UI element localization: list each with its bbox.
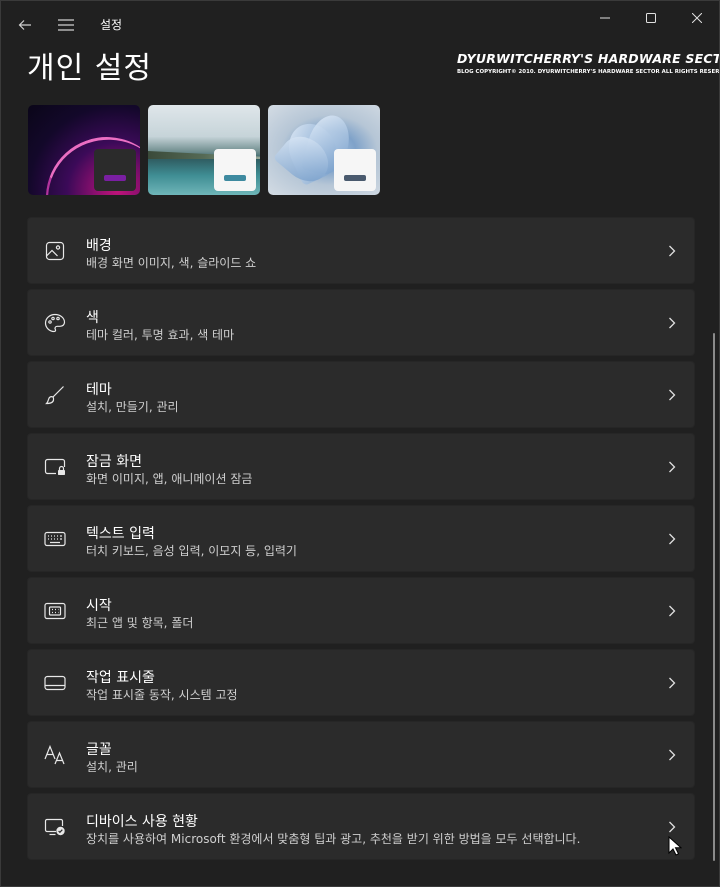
card-description: 설치, 관리 bbox=[86, 760, 138, 774]
watermark-copyright: BLOG COPYRIGHT© 2010. DYURWITCHERRY'S HA… bbox=[457, 69, 720, 75]
close-icon[interactable] bbox=[674, 5, 719, 31]
setting-text-input[interactable]: 텍스트 입력 터치 키보드, 음성 입력, 이모지 등, 입력기 bbox=[27, 505, 695, 572]
theme-thumbnails bbox=[28, 105, 380, 195]
chevron-right-icon bbox=[664, 387, 680, 403]
card-description: 장치를 사용하여 Microsoft 환경에서 맞춤형 팁과 광고, 추천을 받… bbox=[86, 832, 581, 846]
back-arrow-icon[interactable] bbox=[13, 13, 37, 37]
palette-icon bbox=[44, 312, 66, 334]
setting-start[interactable]: 시작 최근 앱 및 항목, 폴더 bbox=[27, 577, 695, 644]
theme-thumbnail-dark[interactable] bbox=[28, 105, 140, 195]
page-title: 개인 설정 bbox=[27, 51, 152, 86]
mouse-cursor-icon bbox=[668, 835, 683, 856]
card-description: 배경 화면 이미지, 색, 슬라이드 쇼 bbox=[86, 256, 257, 270]
start-menu-icon bbox=[44, 600, 66, 622]
settings-window: 설정 개인 설정 DYURWITCHERRY'S HARDWARE SECTOR… bbox=[0, 0, 720, 887]
card-title: 잠금 화면 bbox=[86, 454, 142, 470]
window-title: 설정 bbox=[100, 18, 123, 32]
watermark-title: DYURWITCHERRY'S HARDWARE SECTOR bbox=[457, 51, 720, 66]
maximize-icon[interactable] bbox=[628, 5, 674, 31]
theme-preview-window bbox=[214, 149, 256, 191]
card-description: 화면 이미지, 앱, 애니메이션 잠금 bbox=[86, 472, 253, 486]
chevron-right-icon bbox=[664, 747, 680, 763]
lock-screen-icon bbox=[44, 456, 66, 478]
card-title: 텍스트 입력 bbox=[86, 526, 155, 542]
card-title: 테마 bbox=[86, 382, 112, 398]
card-description: 설치, 만들기, 관리 bbox=[86, 400, 179, 414]
chevron-right-icon bbox=[664, 603, 680, 619]
card-description: 최근 앱 및 항목, 폴더 bbox=[86, 616, 194, 630]
minimize-icon[interactable] bbox=[582, 5, 628, 31]
card-title: 작업 표시줄 bbox=[86, 670, 155, 686]
setting-device-usage[interactable]: 디바이스 사용 현황 장치를 사용하여 Microsoft 환경에서 맞춤형 팁… bbox=[27, 793, 695, 860]
setting-lock-screen[interactable]: 잠금 화면 화면 이미지, 앱, 애니메이션 잠금 bbox=[27, 433, 695, 500]
chevron-right-icon bbox=[664, 675, 680, 691]
card-title: 디바이스 사용 현황 bbox=[86, 814, 198, 830]
taskbar-icon bbox=[44, 672, 66, 694]
vertical-scrollbar[interactable] bbox=[713, 333, 715, 861]
chevron-right-icon bbox=[664, 819, 680, 835]
setting-background[interactable]: 배경 배경 화면 이미지, 색, 슬라이드 쇼 bbox=[27, 217, 695, 284]
theme-preview-window bbox=[334, 149, 376, 191]
chevron-right-icon bbox=[664, 315, 680, 331]
card-title: 글꼴 bbox=[86, 742, 112, 758]
setting-taskbar[interactable]: 작업 표시줄 작업 표시줄 동작, 시스템 고정 bbox=[27, 649, 695, 716]
chevron-right-icon bbox=[664, 459, 680, 475]
card-description: 테마 컬러, 투명 효과, 색 테마 bbox=[86, 328, 235, 342]
chevron-right-icon bbox=[664, 531, 680, 547]
card-description: 터치 키보드, 음성 입력, 이모지 등, 입력기 bbox=[86, 544, 297, 558]
image-icon bbox=[44, 240, 66, 262]
device-usage-icon bbox=[44, 816, 66, 838]
card-title: 색 bbox=[86, 310, 99, 326]
chevron-right-icon bbox=[664, 243, 680, 259]
theme-thumbnail-lake[interactable] bbox=[148, 105, 260, 195]
card-description: 작업 표시줄 동작, 시스템 고정 bbox=[86, 688, 238, 702]
theme-thumbnail-bloom[interactable] bbox=[268, 105, 380, 195]
setting-colors[interactable]: 색 테마 컬러, 투명 효과, 색 테마 bbox=[27, 289, 695, 356]
watermark: DYURWITCHERRY'S HARDWARE SECTOR BLOG COP… bbox=[457, 51, 720, 75]
setting-fonts[interactable]: 글꼴 설치, 관리 bbox=[27, 721, 695, 788]
brush-icon bbox=[44, 384, 66, 406]
title-bar: 설정 bbox=[1, 1, 719, 49]
keyboard-icon bbox=[44, 528, 66, 550]
theme-preview-window bbox=[94, 149, 136, 191]
setting-themes[interactable]: 테마 설치, 만들기, 관리 bbox=[27, 361, 695, 428]
card-title: 시작 bbox=[86, 598, 112, 614]
settings-list: 배경 배경 화면 이미지, 색, 슬라이드 쇼 색 테마 컬러, 투명 효과, … bbox=[27, 217, 695, 865]
card-title: 배경 bbox=[86, 238, 112, 254]
hamburger-menu-icon[interactable] bbox=[54, 13, 78, 37]
font-icon bbox=[44, 744, 66, 766]
